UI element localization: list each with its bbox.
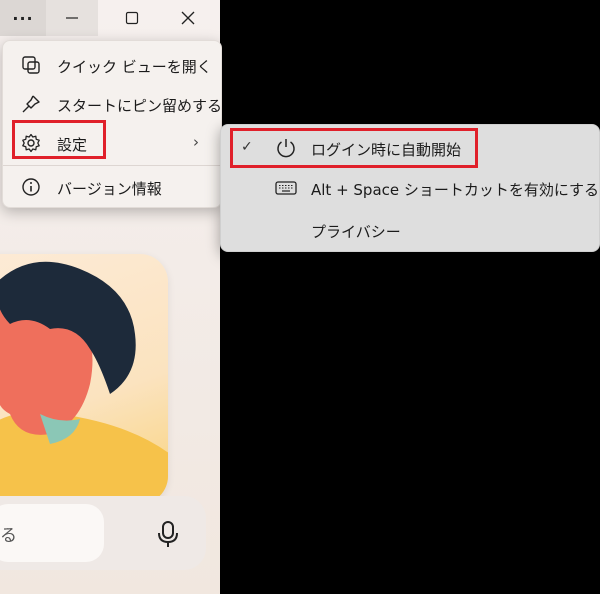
microphone-icon[interactable] [156, 520, 180, 548]
quick-view-icon [22, 56, 40, 74]
maximize-icon [125, 11, 139, 25]
hero-illustration [0, 254, 168, 504]
chevron-right-icon: › [193, 133, 199, 151]
chat-input-bar: る [0, 496, 206, 570]
close-icon [181, 11, 195, 25]
close-button[interactable] [162, 0, 214, 36]
minimize-icon [66, 17, 78, 19]
menu-item-label: スタートにピン留めする [57, 97, 223, 115]
highlight-auto-start [230, 128, 478, 168]
more-options-button[interactable]: ··· [0, 0, 46, 36]
menu-divider [3, 165, 221, 166]
minimize-button[interactable] [46, 0, 98, 36]
menu-item-label: バージョン情報 [57, 180, 162, 198]
keyboard-icon [275, 181, 297, 195]
menu-item-label: クイック ビューを開く [57, 58, 212, 76]
person-illustration [0, 261, 168, 504]
submenu-item-alt-space[interactable]: Alt + Space ショートカットを有効にする [221, 169, 599, 207]
pin-icon [22, 95, 40, 113]
submenu-item-privacy[interactable]: プライバシー [221, 211, 599, 249]
submenu-item-label: Alt + Space ショートカットを有効にする [311, 181, 600, 199]
title-bar: ··· [0, 0, 220, 36]
menu-item-quick-view[interactable]: クイック ビューを開く [3, 47, 221, 83]
menu-item-pin-start[interactable]: スタートにピン留めする [3, 86, 223, 122]
maximize-button[interactable] [106, 0, 158, 36]
chat-input-placeholder: る [0, 526, 17, 546]
info-icon [22, 178, 40, 196]
menu-item-about[interactable]: バージョン情報 [3, 169, 221, 205]
submenu-item-label: プライバシー [311, 223, 401, 241]
highlight-settings [12, 120, 106, 159]
